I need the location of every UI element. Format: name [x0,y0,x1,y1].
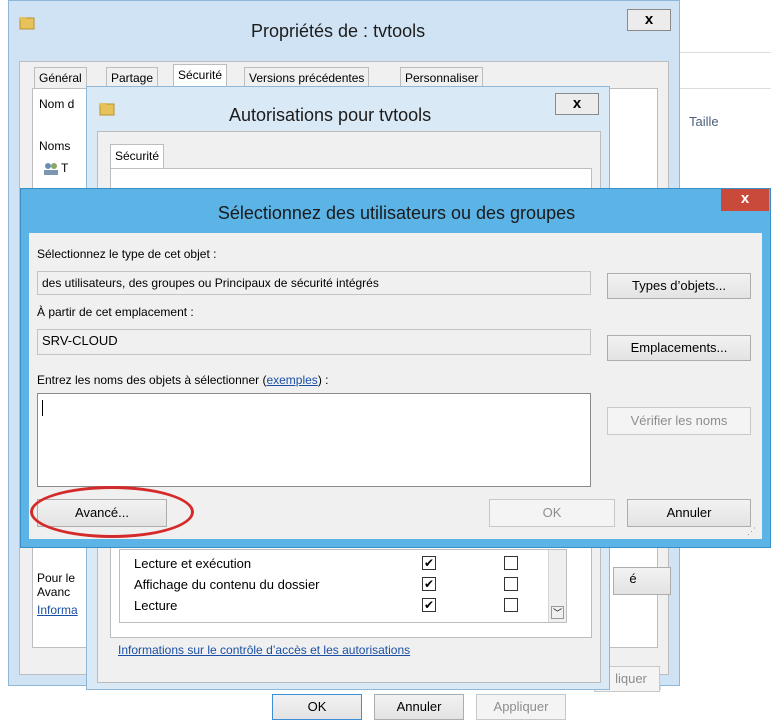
resize-grip-icon[interactable]: ⋰ [747,525,759,537]
text-cursor [42,400,43,416]
location-field: SRV-CLOUD [37,329,591,355]
permissions-close-button[interactable]: x [555,93,599,115]
permissions-scrollbar[interactable]: ﹀ [548,550,566,622]
group-names-label: Noms [39,139,71,153]
tab-general[interactable]: Général [34,67,87,88]
location-label: À partir de cet emplacement : [37,305,194,319]
ok-button[interactable]: OK [272,694,362,720]
object-names-input[interactable] [37,393,591,487]
highlight-circle [30,486,194,538]
properties-close-button[interactable]: x [627,9,671,31]
permission-allow-checkbox[interactable]: ✔ [422,577,436,591]
check-names-button[interactable]: Vérifier les noms [607,407,751,435]
permission-deny-checkbox[interactable] [504,598,518,612]
tab-securite[interactable]: Sécurité [173,64,228,88]
folder-icon [19,15,35,31]
properties-info-link[interactable]: Informa [37,603,78,617]
permissions-list: Lecture et exécution ✔ Affichage du cont… [119,549,567,623]
properties-apply-button-label: liquer [615,671,647,686]
permission-name: Lecture [134,598,178,613]
scroll-down-icon[interactable]: ﹀ [551,606,564,619]
user-entry-partial[interactable]: T [61,161,68,175]
object-name-label: Nom d [39,97,75,111]
tab-personnaliser[interactable]: Personnaliser [400,67,484,88]
properties-advanced-button[interactable]: é [613,567,671,595]
check-mark: ✔ [423,556,435,570]
apply-button[interactable]: Appliquer [476,694,566,720]
permissions-for-label: Pour le [37,571,76,585]
tab-versions-precedentes[interactable]: Versions précédentes [244,67,370,88]
object-names-label: Entrez les noms des objets à sélectionne… [37,373,328,387]
permission-deny-checkbox[interactable] [504,577,518,591]
select-users-title: Sélectionnez des utilisateurs ou des gro… [217,203,576,223]
object-type-label: Sélectionnez le type de cet objet : [37,247,217,261]
object-type-field: des utilisateurs, des groupes ou Princip… [37,271,591,295]
object-types-button[interactable]: Types d’objets... [607,273,751,299]
users-group-icon [43,162,59,176]
check-mark: ✔ [423,577,435,591]
ok-button[interactable]: OK [489,499,615,527]
cancel-button[interactable]: Annuler [374,694,464,720]
check-mark: ✔ [423,598,435,612]
permissions-info-link[interactable]: Informations sur le contrôle d’accès et … [118,643,410,657]
permission-name: Lecture et exécution [134,556,252,571]
permissions-title: Autorisations pour tvtools [229,105,432,125]
column-header-taille[interactable]: Taille [689,114,719,129]
locations-button[interactable]: Emplacements... [607,335,751,361]
object-names-label-prefix: Entrez les noms des objets à sélectionne… [37,373,267,387]
permission-deny-checkbox[interactable] [504,556,518,570]
permission-allow-checkbox[interactable]: ✔ [422,598,436,612]
permission-allow-checkbox[interactable]: ✔ [422,556,436,570]
folder-icon [99,101,115,117]
properties-title: Propriétés de : tvtools [251,21,426,41]
examples-link[interactable]: exemples [266,373,317,387]
properties-advanced-button-label: é [629,571,637,586]
close-icon: x [740,190,750,207]
permission-name: Affichage du contenu du dossier [134,577,320,592]
object-names-label-suffix: ) : [317,373,329,387]
tab-securite[interactable]: Sécurité [110,144,165,168]
tab-partage[interactable]: Partage [106,67,159,88]
select-users-close-button[interactable]: x [721,189,769,211]
cancel-button[interactable]: Annuler [627,499,751,527]
advanced-settings-label: Avanc [37,585,71,599]
